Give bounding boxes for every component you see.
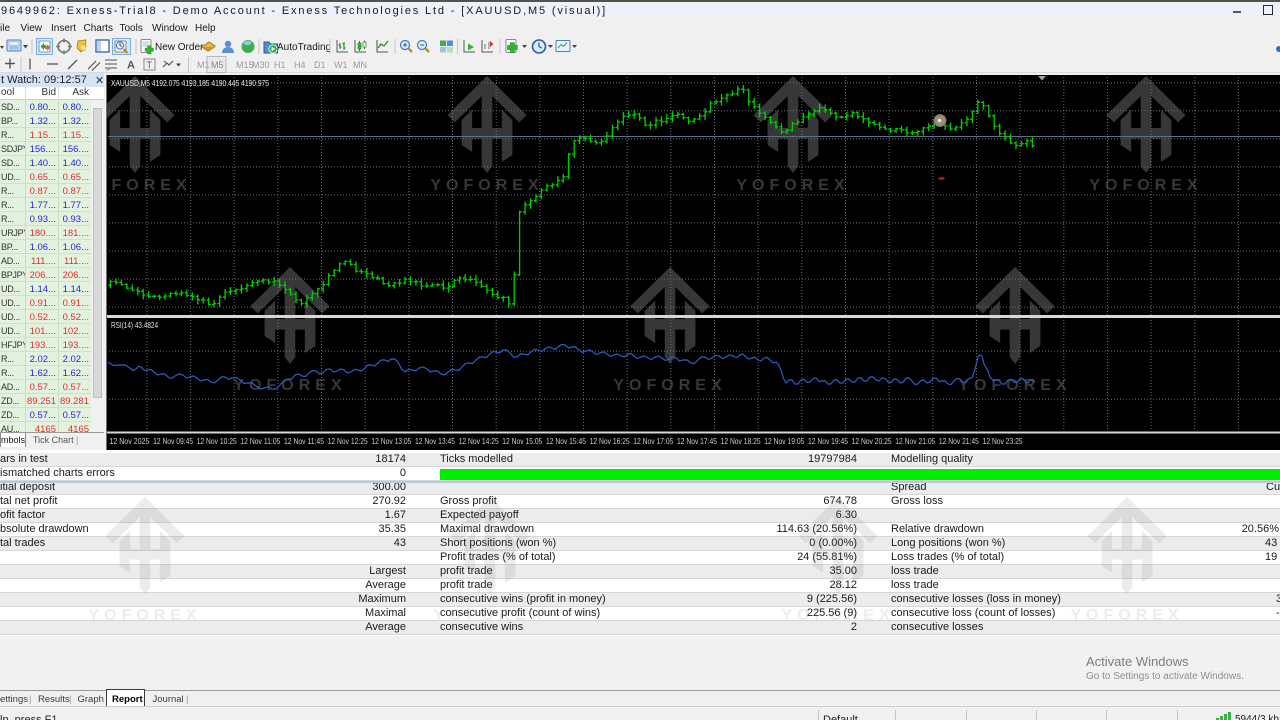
svg-text:H4: H4 (294, 60, 306, 70)
svg-text:12 Nov 13:05: 12 Nov 13:05 (371, 437, 411, 446)
svg-text:12 Nov 14:25: 12 Nov 14:25 (459, 437, 499, 446)
svg-text:YOFOREX: YOFOREX (430, 177, 543, 194)
svg-text:AutoTrading: AutoTrading (277, 42, 331, 53)
svg-text:12 Nov 17:45: 12 Nov 17:45 (677, 437, 717, 446)
svg-text:12 Nov 09:45: 12 Nov 09:45 (153, 437, 193, 446)
svg-text:12 Nov 15:05: 12 Nov 15:05 (502, 437, 542, 446)
svg-text:MN: MN (353, 60, 367, 70)
svg-text:New Order: New Order (155, 42, 204, 53)
svg-text:M1: M1 (197, 60, 210, 70)
svg-text:M5: M5 (211, 60, 224, 70)
svg-text:M30: M30 (252, 60, 270, 70)
svg-text:YOFOREX: YOFOREX (958, 377, 1071, 394)
svg-text:12 Nov 19:05: 12 Nov 19:05 (764, 437, 804, 446)
svg-text:D1: D1 (314, 60, 326, 70)
svg-text:12 Nov 18:25: 12 Nov 18:25 (721, 437, 761, 446)
svg-text:YOFOREX: YOFOREX (88, 607, 201, 624)
svg-text:YOFOREX: YOFOREX (104, 177, 192, 194)
svg-text:12 Nov 10:25: 12 Nov 10:25 (197, 437, 237, 446)
svg-text:M15: M15 (236, 60, 254, 70)
svg-text:12 Nov 13:45: 12 Nov 13:45 (415, 437, 455, 446)
svg-text:YOFOREX: YOFOREX (1070, 607, 1183, 624)
svg-text:YOFOREX: YOFOREX (1089, 177, 1202, 194)
svg-text:YOFOREX: YOFOREX (781, 607, 894, 624)
svg-text:12 Nov 21:45: 12 Nov 21:45 (939, 437, 979, 446)
svg-text:12 Nov 17:05: 12 Nov 17:05 (633, 437, 673, 446)
svg-text:12 Nov 19:45: 12 Nov 19:45 (808, 437, 848, 446)
svg-text:12 Nov 2025: 12 Nov 2025 (109, 437, 149, 446)
svg-text:12 Nov 15:45: 12 Nov 15:45 (546, 437, 586, 446)
svg-text:W1: W1 (334, 60, 348, 70)
svg-text:T: T (147, 60, 153, 70)
svg-text:12 Nov 20:25: 12 Nov 20:25 (852, 437, 892, 446)
svg-text:12 Nov 12:25: 12 Nov 12:25 (328, 437, 368, 446)
svg-text:12 Nov 11:45: 12 Nov 11:45 (284, 437, 324, 446)
svg-text:YOFOREX: YOFOREX (736, 177, 849, 194)
svg-text:H1: H1 (274, 60, 286, 70)
svg-text:YOFOREX: YOFOREX (433, 607, 546, 624)
svg-text:12 Nov 11:05: 12 Nov 11:05 (240, 437, 280, 446)
svg-text:12 Nov 21:05: 12 Nov 21:05 (895, 437, 935, 446)
svg-text:YOFOREX: YOFOREX (613, 377, 726, 394)
svg-text:A: A (127, 60, 135, 72)
svg-text:12 Nov 23:25: 12 Nov 23:25 (983, 437, 1023, 446)
svg-text:RSI(14) 43.4824: RSI(14) 43.4824 (111, 321, 158, 330)
svg-text:12 Nov 16:25: 12 Nov 16:25 (590, 437, 630, 446)
svg-text:XAUUSD,M5 4192.075 4193.185 4: XAUUSD,M5 4192.075 4193.185 4190.445 419… (111, 78, 269, 88)
